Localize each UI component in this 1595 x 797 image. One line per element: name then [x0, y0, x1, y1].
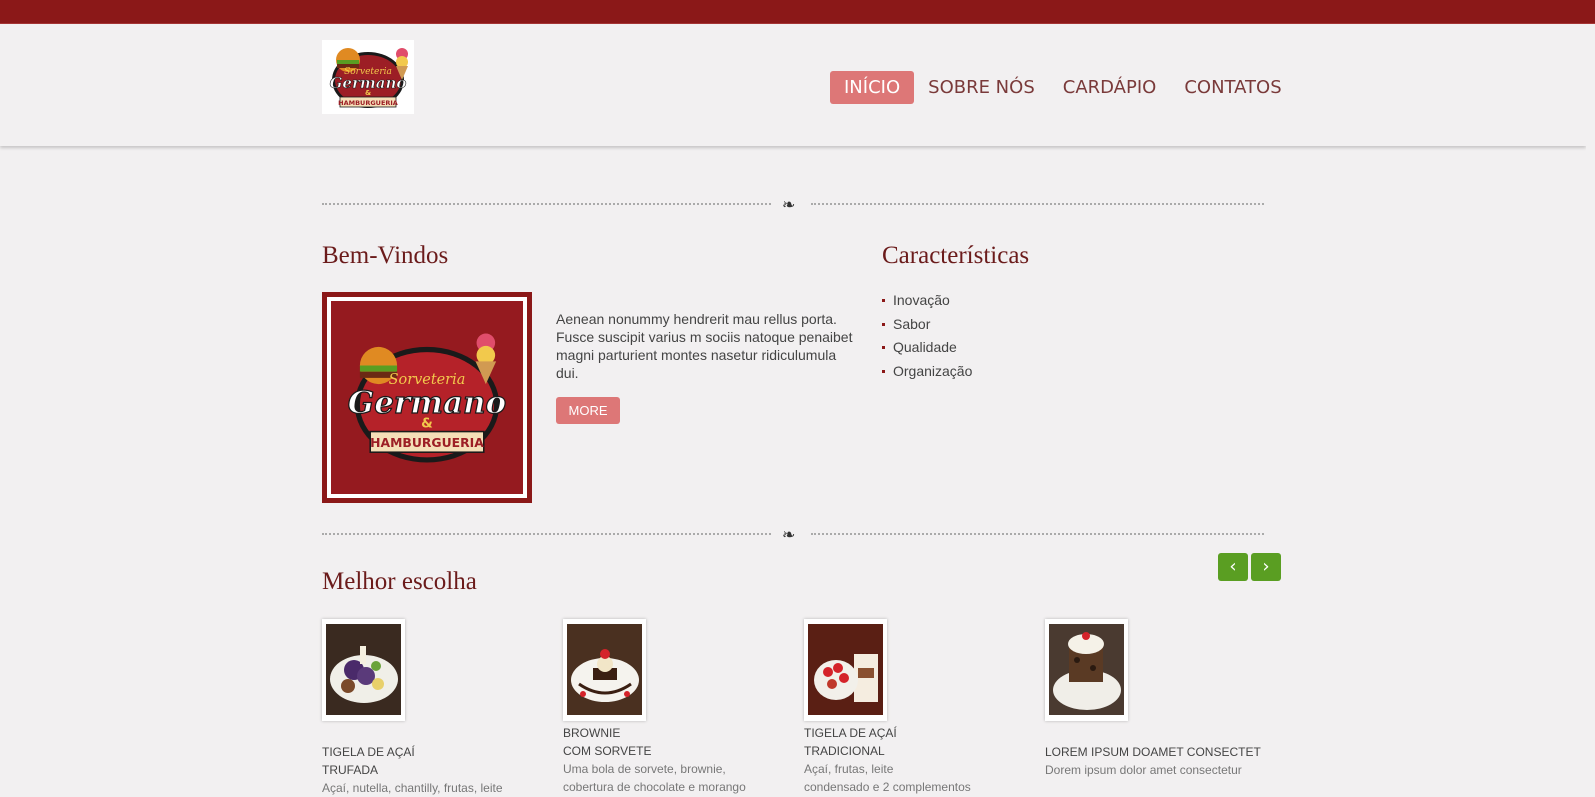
best-choice-title: Melhor escolha [322, 568, 477, 595]
section-divider: ❧ [322, 525, 1264, 544]
features-list: Inovação Sabor Qualidade Organização [882, 290, 972, 384]
site-header [0, 24, 1586, 146]
product-title-line: TRADICIONAL [804, 744, 885, 758]
ornament-icon: ❧ [782, 525, 796, 544]
product-title[interactable]: LOREM IPSUM DOAMET CONSECTET [1045, 743, 1285, 761]
product-desc-line: Dorem ipsum dolor amet consectetur [1045, 763, 1242, 777]
logo-image: Sorveteria Germano & HAMBURGUERIA [322, 40, 414, 114]
product-photo [567, 624, 642, 715]
svg-text:HAMBURGUERIA: HAMBURGUERIA [338, 99, 398, 107]
product-photo [326, 624, 401, 715]
product-photo [808, 624, 883, 715]
chevron-left-icon: ‹ [1229, 556, 1237, 577]
carousel-next-button[interactable]: › [1251, 553, 1281, 581]
chevron-right-icon: › [1262, 556, 1270, 577]
divider-line [811, 203, 1264, 205]
list-item: Inovação [882, 290, 972, 314]
product-title-line: TRUFADA [322, 763, 379, 777]
svg-text:&: & [421, 416, 433, 431]
welcome-title: Bem-Vindos [322, 242, 449, 269]
product-description: Açaí, nutella, chantilly, frutas, leite [322, 779, 532, 797]
product-desc-line: Açaí, nutella, chantilly, frutas, leite [322, 781, 503, 795]
nav-sobre-nos[interactable]: SOBRE NÓS [914, 71, 1049, 104]
top-color-bar [0, 0, 1595, 24]
section-divider: ❧ [322, 195, 1264, 214]
divider-line [322, 533, 771, 535]
product-thumbnail[interactable] [804, 619, 887, 721]
list-item: Sabor [882, 314, 972, 338]
nav-contatos[interactable]: CONTATOS [1170, 71, 1295, 104]
nav-cardapio[interactable]: CARDÁPIO [1049, 71, 1171, 104]
logo-image: Sorveteria Germano & HAMBURGUERIA [331, 301, 523, 494]
welcome-image-frame: Sorveteria Germano & HAMBURGUERIA [327, 297, 527, 498]
product-description: Uma bola de sorvete, brownie, cobertura … [563, 760, 773, 796]
product-thumbnail[interactable] [322, 619, 405, 721]
product-photo [1049, 624, 1124, 715]
list-item: Qualidade [882, 337, 972, 361]
site-logo[interactable]: Sorveteria Germano & HAMBURGUERIA [322, 40, 414, 114]
more-button[interactable]: MORE [556, 397, 620, 424]
product-desc-line: condensado e 2 complementos [804, 780, 971, 794]
product-title-line: COM SORVETE [563, 744, 652, 758]
divider-line [322, 203, 771, 205]
list-item: Organização [882, 361, 972, 385]
carousel-prev-button[interactable]: ‹ [1218, 553, 1248, 581]
product-title[interactable]: TIGELA DE AÇAÍ TRUFADA [322, 743, 562, 779]
divider-line [811, 533, 1264, 535]
product-title-line: BROWNIE [563, 726, 621, 740]
product-title[interactable]: BROWNIE COM SORVETE [563, 724, 803, 760]
product-thumbnail[interactable] [563, 619, 646, 721]
features-title: Características [882, 242, 1030, 269]
ornament-icon: ❧ [782, 195, 796, 214]
product-title-line: TIGELA DE AÇAÍ [804, 726, 897, 740]
product-description: Dorem ipsum dolor amet consectetur [1045, 761, 1255, 779]
product-desc-line: cobertura de chocolate e morango [563, 780, 746, 794]
product-title[interactable]: TIGELA DE AÇAÍ TRADICIONAL [804, 724, 1044, 760]
nav-inicio[interactable]: INÍCIO [830, 71, 915, 104]
product-thumbnail[interactable] [1045, 619, 1128, 721]
product-desc-line: Açaí, frutas, leite [804, 762, 894, 776]
product-title-line: TIGELA DE AÇAÍ [322, 745, 415, 759]
welcome-image: Sorveteria Germano & HAMBURGUERIA [322, 292, 532, 503]
product-title-line: LOREM IPSUM DOAMET CONSECTET [1045, 745, 1261, 759]
svg-text:&: & [365, 89, 371, 97]
product-description: Açaí, frutas, leite condensado e 2 compl… [804, 760, 1014, 796]
product-desc-line: Uma bola de sorvete, brownie, [563, 762, 726, 776]
main-nav: INÍCIO SOBRE NÓS CARDÁPIO CONTATOS [830, 71, 1296, 104]
scrollbar[interactable] [1586, 24, 1595, 788]
welcome-text: Aenean nonummy hendrerit mau rellus port… [556, 311, 853, 381]
svg-text:HAMBURGUERIA: HAMBURGUERIA [370, 436, 484, 450]
